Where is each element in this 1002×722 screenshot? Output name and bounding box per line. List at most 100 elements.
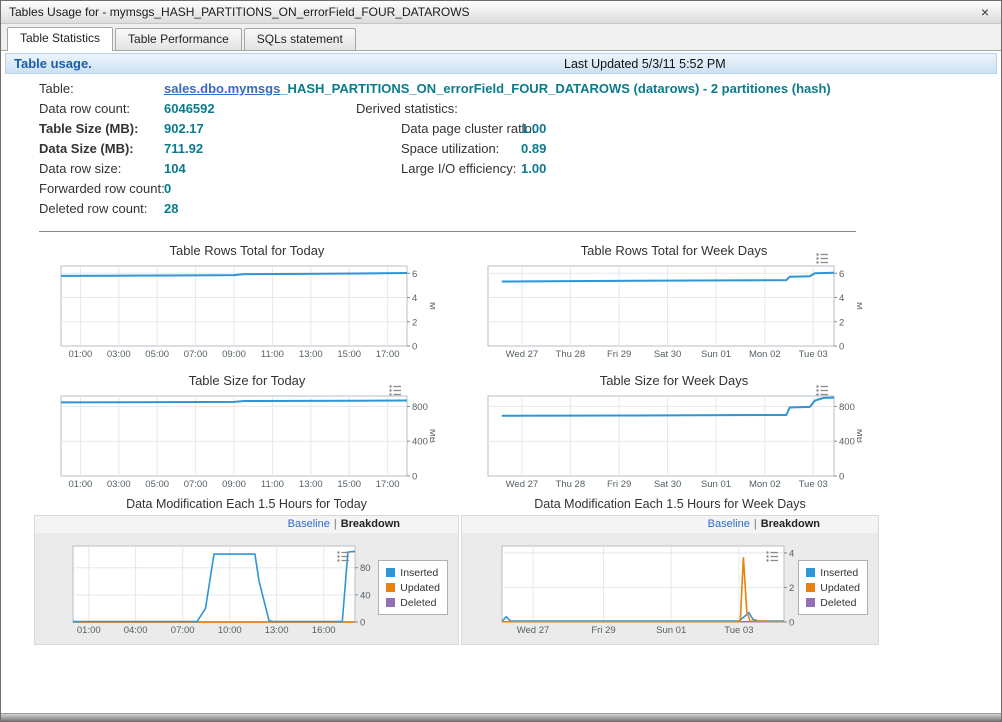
stat-label: Data row count: <box>39 99 164 119</box>
legend-label: Updated <box>820 582 860 594</box>
table-name-row: Table:sales.dbo.mymsgs_HASH_PARTITIONS_O… <box>39 79 831 99</box>
svg-text:01:00: 01:00 <box>77 625 101 635</box>
svg-text:07:00: 07:00 <box>184 349 208 359</box>
svg-text:Fri 29: Fri 29 <box>607 349 631 359</box>
stat-label: Large I/O efficiency: <box>401 159 521 179</box>
chart-menu-icon[interactable] <box>816 385 829 396</box>
svg-text:0: 0 <box>839 472 844 483</box>
svg-text:07:00: 07:00 <box>184 479 208 489</box>
chart-title: Table Size for Week Days <box>486 373 862 393</box>
derived-statistics-title: Derived statistics: <box>356 101 458 116</box>
legend-item-inserted[interactable]: Inserted <box>386 565 440 580</box>
panel-title: Data Modification Each 1.5 Hours for Tod… <box>34 497 459 515</box>
svg-text:Thu 28: Thu 28 <box>556 479 586 489</box>
svg-text:05:00: 05:00 <box>145 349 169 359</box>
chart-legend: Inserted Updated Deleted <box>378 560 448 615</box>
panel-body: Baseline|Breakdown 01:0004:0007:0010:001… <box>34 515 459 645</box>
stat-value: 902.17 <box>164 121 204 136</box>
svg-text:Fri 29: Fri 29 <box>591 625 615 635</box>
panel-chart-area: 01:0004:0007:0010:0013:0016:0004080K <box>71 543 391 635</box>
panel-body: Baseline|Breakdown Wed 27Fri 29Sun 01Tue… <box>461 515 879 645</box>
tables-usage-window: Tables Usage for - mymsgs_HASH_PARTITION… <box>0 0 1002 722</box>
toolbar-separator: | <box>334 518 337 530</box>
panel-chart-area: Wed 27Fri 29Sun 01Tue 03024M <box>500 543 820 635</box>
stat-label: Forwarded row count: <box>39 179 164 199</box>
breakdown-link[interactable]: Breakdown <box>761 518 820 530</box>
legend-item-deleted[interactable]: Deleted <box>386 595 440 610</box>
chart-size-week: Table Size for Week Days Wed 27Thu 28Fri… <box>466 373 866 489</box>
svg-text:2: 2 <box>412 317 417 328</box>
svg-text:2: 2 <box>839 317 844 328</box>
svg-text:4: 4 <box>839 293 844 304</box>
baseline-link[interactable]: Baseline <box>708 518 750 530</box>
chart-menu-icon[interactable] <box>816 253 829 264</box>
svg-text:07:00: 07:00 <box>171 625 195 635</box>
svg-text:16:00: 16:00 <box>312 625 336 635</box>
chart-menu-icon[interactable] <box>766 551 779 562</box>
deleted-swatch-icon <box>806 598 815 607</box>
updated-swatch-icon <box>386 583 395 592</box>
legend-label: Deleted <box>400 597 436 609</box>
chart-menu-icon[interactable] <box>337 551 350 562</box>
svg-text:01:00: 01:00 <box>68 479 92 489</box>
svg-text:800: 800 <box>412 402 428 413</box>
svg-text:Sun 01: Sun 01 <box>701 479 731 489</box>
legend-item-updated[interactable]: Updated <box>386 580 440 595</box>
forwarded-row-count-row: Forwarded row count:0 <box>39 179 831 199</box>
stat-label: Data Size (MB): <box>39 139 164 159</box>
svg-text:17:00: 17:00 <box>376 479 400 489</box>
stat-value: 104 <box>164 161 186 176</box>
svg-text:09:00: 09:00 <box>222 479 246 489</box>
svg-text:Thu 28: Thu 28 <box>556 349 586 359</box>
breakdown-link[interactable]: Breakdown <box>341 518 400 530</box>
stat-value: 1.00 <box>521 161 546 176</box>
svg-text:40: 40 <box>360 590 371 601</box>
legend-item-deleted[interactable]: Deleted <box>806 595 860 610</box>
window-bottom-edge <box>1 713 1001 721</box>
legend-item-inserted[interactable]: Inserted <box>806 565 860 580</box>
inserted-swatch-icon <box>386 568 395 577</box>
section-divider <box>39 231 856 232</box>
svg-text:Tue 03: Tue 03 <box>799 349 828 359</box>
close-icon[interactable]: × <box>977 4 993 20</box>
tab-table-performance[interactable]: Table Performance <box>115 28 242 50</box>
svg-text:4: 4 <box>789 548 794 559</box>
svg-text:Wed 27: Wed 27 <box>517 625 550 635</box>
chart-legend: Inserted Updated Deleted <box>798 560 868 615</box>
chart-menu-icon[interactable] <box>389 385 402 396</box>
stat-label: Space utilization: <box>401 139 521 159</box>
inserted-swatch-icon <box>806 568 815 577</box>
stat-label: Data page cluster ratio: <box>401 119 521 139</box>
table-name-link[interactable]: sales.dbo.mymsgs <box>164 81 280 96</box>
updated-swatch-icon <box>806 583 815 592</box>
svg-text:6: 6 <box>412 269 417 280</box>
tab-sqls-statement[interactable]: SQLs statement <box>244 28 356 50</box>
svg-text:03:00: 03:00 <box>107 479 131 489</box>
panel-toolbar: Baseline | Breakdown <box>462 516 878 533</box>
baseline-link[interactable]: Baseline <box>288 518 330 530</box>
legend-item-updated[interactable]: Updated <box>806 580 860 595</box>
svg-text:80: 80 <box>360 563 371 574</box>
tab-table-statistics[interactable]: Table Statistics <box>7 27 113 51</box>
svg-text:800: 800 <box>839 402 855 413</box>
page-title: Table usage. <box>6 56 92 71</box>
svg-text:Tue 03: Tue 03 <box>724 625 753 635</box>
legend-label: Deleted <box>820 597 856 609</box>
deleted-swatch-icon <box>386 598 395 607</box>
svg-text:Mon 02: Mon 02 <box>749 479 781 489</box>
legend-label: Inserted <box>400 567 438 579</box>
svg-text:13:00: 13:00 <box>265 625 289 635</box>
chart-rows-today: Table Rows Total for Today 01:0003:0005:… <box>39 243 439 359</box>
toolbar-separator: | <box>754 518 757 530</box>
svg-text:MB: MB <box>427 429 435 443</box>
svg-text:17:00: 17:00 <box>376 349 400 359</box>
tab-strip: Table Statistics Table Performance SQLs … <box>1 24 1001 51</box>
svg-text:Tue 03: Tue 03 <box>799 479 828 489</box>
svg-text:400: 400 <box>839 437 855 448</box>
stat-label: Data row size: <box>39 159 164 179</box>
stat-value: 6046592 <box>164 101 215 116</box>
svg-text:0: 0 <box>360 618 365 629</box>
chart-title: Table Rows Total for Today <box>59 243 435 263</box>
svg-text:M: M <box>427 302 435 310</box>
svg-text:Wed 27: Wed 27 <box>506 349 539 359</box>
